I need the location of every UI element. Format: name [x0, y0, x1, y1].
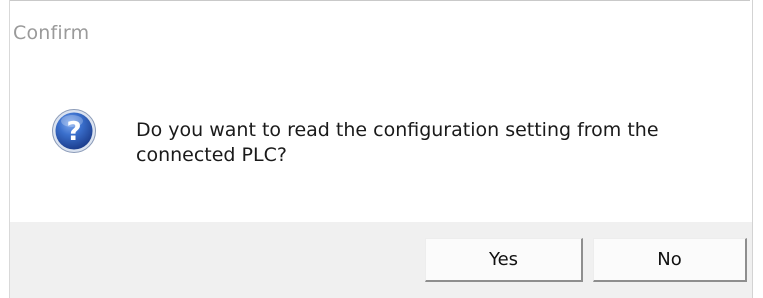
dialog-top-border: [10, 0, 750, 1]
svg-text:?: ?: [66, 117, 81, 147]
dialog-message: Do you want to read the configuration se…: [136, 119, 659, 166]
no-button[interactable]: No: [593, 238, 747, 282]
question-icon: ?: [52, 109, 96, 153]
dialog-title: Confirm: [13, 22, 90, 44]
dialog-right-border: [752, 0, 753, 298]
confirm-dialog: Confirm ? Do you want to read the config…: [0, 0, 763, 298]
yes-button[interactable]: Yes: [425, 238, 583, 282]
